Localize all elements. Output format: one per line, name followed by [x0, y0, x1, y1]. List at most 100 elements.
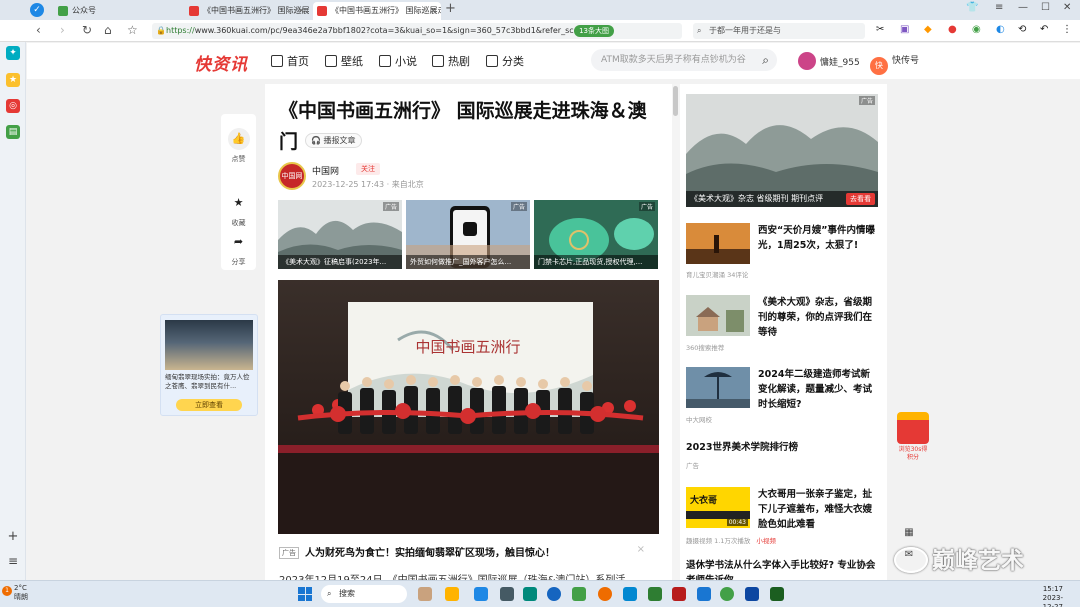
- recommend-item[interactable]: 退休学书法从什么字体入手比较好? 专业协会老师告诉你: [686, 558, 882, 580]
- scissors-icon[interactable]: ✂: [876, 24, 884, 35]
- ribbon-cutting-photo: 中国书画五洲行: [278, 280, 659, 534]
- taskbar-app-icon[interactable]: [697, 587, 711, 601]
- close-ad-icon[interactable]: ×: [637, 544, 645, 555]
- search-icon[interactable]: ⌕: [762, 49, 769, 71]
- edge-icon[interactable]: [547, 587, 561, 601]
- sidebar-app-icon[interactable]: ✦: [6, 46, 20, 60]
- follow-button[interactable]: 关注: [356, 163, 380, 175]
- collect-button[interactable]: ★ 收藏: [221, 192, 256, 228]
- nav-drama[interactable]: 热剧: [432, 53, 470, 69]
- article-scrollbar[interactable]: [672, 84, 680, 580]
- excel-icon[interactable]: [770, 587, 784, 601]
- star-icon: ★: [233, 196, 244, 209]
- sidebar-menu-icon[interactable]: ≡: [6, 554, 20, 568]
- share-button[interactable]: ➦ 分享: [221, 231, 256, 267]
- more-icon[interactable]: ⋮: [1062, 24, 1072, 35]
- back-icon[interactable]: ‹: [36, 23, 41, 37]
- wechat-logo-icon: [894, 547, 928, 573]
- 360-browser-icon[interactable]: [572, 587, 586, 601]
- scrollbar-thumb[interactable]: [673, 86, 678, 116]
- taskbar-app-icon[interactable]: [648, 587, 662, 601]
- recommend-item[interactable]: 2024年二级建造师考试新变化解读，题量减少、考试时长缩短? 中大网校: [686, 367, 882, 427]
- site-logo[interactable]: 快资讯: [194, 50, 248, 75]
- maximize-icon[interactable]: ☐: [1041, 2, 1050, 13]
- nav-wallpaper[interactable]: 壁纸: [325, 53, 363, 69]
- game-icon[interactable]: ●: [948, 24, 957, 35]
- ad-thumb[interactable]: 广告 外贸如何做推广_国外客户怎么...: [406, 200, 530, 269]
- inline-ad[interactable]: 广告 人为财死鸟为食亡！实拍缅甸翡翠矿区现场，触目惊心！ ×: [279, 544, 659, 559]
- close-tab-icon[interactable]: ×: [297, 2, 305, 20]
- reload-icon[interactable]: ↻: [82, 23, 92, 37]
- tab-article-1[interactable]: 《中国书画五洲行》 国际巡展走进 ×: [185, 2, 309, 20]
- taskbar-app-icon[interactable]: [474, 587, 488, 601]
- forward-icon[interactable]: ›: [60, 23, 65, 37]
- taskbar-app-icon[interactable]: [598, 587, 612, 601]
- author-name[interactable]: 中国网: [312, 164, 339, 177]
- listen-article-button[interactable]: 🎧 播报文章: [305, 133, 362, 148]
- like-button[interactable]: 👍 点赞: [221, 128, 256, 164]
- tab-gongzhonghao[interactable]: 公众号: [54, 2, 180, 20]
- close-window-icon[interactable]: ✕: [1063, 2, 1071, 13]
- browser-logo-icon[interactable]: ✓: [30, 3, 44, 17]
- windows-start-icon[interactable]: [298, 587, 312, 601]
- red-packet-icon: [897, 412, 929, 444]
- ad-thumb[interactable]: 广告 门禁卡芯片,正品现货,授权代理,...: [534, 200, 658, 269]
- weather-widget[interactable]: 1 2°C 晴朗: [2, 584, 28, 602]
- folder-icon[interactable]: ▤: [6, 125, 20, 139]
- site-search-input[interactable]: ATM取款多天后男子称有点钞机为谷 ⌕: [591, 49, 777, 71]
- nav-home[interactable]: 首页: [271, 53, 309, 69]
- taskbar-app-icon[interactable]: [623, 587, 637, 601]
- taskbar-app-icon[interactable]: [500, 587, 514, 601]
- extension-icon[interactable]: ▣: [900, 24, 909, 35]
- menu-icon[interactable]: ≡: [995, 2, 1003, 13]
- image-count-pill[interactable]: 13条大图: [574, 25, 614, 37]
- recommend-item[interactable]: 《美术大观》杂志，省级期刊的尊荣，你的点评我们在等待 360搜索推荐: [686, 295, 882, 355]
- new-tab-button[interactable]: +: [445, 1, 456, 16]
- url-bar[interactable]: 🔒 https://www.360kuai.com/pc/9ea346e2a7b…: [152, 23, 682, 39]
- nav-novel[interactable]: 小说: [379, 53, 417, 69]
- view-now-button[interactable]: 立即查看: [176, 399, 242, 411]
- taskbar-app-icon[interactable]: [523, 587, 537, 601]
- author-avatar[interactable]: 中国网: [278, 162, 306, 190]
- kuai-chuan-hao-link[interactable]: 快快传号: [870, 52, 919, 75]
- red-packet-reward[interactable]: 浏览30s得积分: [896, 412, 930, 468]
- system-clock[interactable]: 15:17 2023-12-27: [1033, 585, 1063, 607]
- minimize-icon[interactable]: —: [1018, 2, 1028, 13]
- wechat-icon: [58, 6, 68, 16]
- weibo-icon[interactable]: ◎: [6, 99, 20, 113]
- favorites-star-icon[interactable]: ★: [6, 73, 20, 87]
- illustrator-icon[interactable]: [672, 587, 686, 601]
- article-main-photo[interactable]: 中国书画五洲行: [278, 280, 659, 534]
- edge-icon[interactable]: ◐: [996, 24, 1005, 35]
- recommend-item[interactable]: 西安“天价月嫂”事件内情曝光，1周25次，太狠了! 育儿宝贝潮涌 34评论: [686, 223, 882, 283]
- go-see-button[interactable]: 去看看: [846, 193, 875, 205]
- undo-icon[interactable]: ↶: [1040, 24, 1048, 35]
- skin-icon[interactable]: 👕: [966, 2, 978, 13]
- add-icon[interactable]: +: [6, 530, 20, 544]
- browser-tab-bar: ✓ 公众号 《中国书画五洲行》 国际巡展走进 × 《中国书画五洲行》 国际巡展走…: [0, 0, 1080, 20]
- article-title: 《中国书画五洲行》 国际巡展走进珠海＆澳门: [279, 100, 647, 153]
- ad-thumb[interactable]: 广告 《美术大观》征稿启事(2023年...: [278, 200, 402, 269]
- shield-icon[interactable]: ◆: [924, 24, 932, 35]
- news-thumbnail: [686, 223, 750, 264]
- right-banner-ad[interactable]: 广告 《美术大观》杂志 省级期刊 期刊点评 去看看: [686, 94, 878, 207]
- translate-icon[interactable]: ◉: [972, 24, 981, 35]
- taskbar-search[interactable]: ⌕ 搜索: [321, 585, 407, 603]
- tab-article-2[interactable]: 《中国书画五洲行》 国际巡展走进 ×: [313, 2, 441, 20]
- home-icon[interactable]: ⌂: [104, 23, 112, 37]
- nav-category[interactable]: 分类: [486, 53, 524, 69]
- recommend-video-item[interactable]: 大衣哥 00:43 大衣哥用一张亲子鉴定，扯下儿子遮羞布，难怪大衣嫂脸色如此难看…: [686, 487, 882, 547]
- user-profile[interactable]: 慵娃_955: [798, 52, 860, 72]
- photoshop-icon[interactable]: [745, 587, 759, 601]
- left-floating-ad[interactable]: 缅甸翡翠现场实拍：竟万人俭之苍鹰、翡翠到民有什... 立即查看: [160, 314, 258, 416]
- file-explorer-icon[interactable]: [445, 587, 459, 601]
- wechat-icon[interactable]: [720, 587, 734, 601]
- video-thumbnail: 大衣哥 00:43: [686, 487, 750, 528]
- browser-search-box[interactable]: ⌕ 于都一年用于还是与: [693, 23, 865, 39]
- sync-icon[interactable]: ⟲: [1018, 24, 1026, 35]
- close-tab-icon[interactable]: ×: [429, 2, 437, 20]
- news-thumbnail: [686, 295, 750, 336]
- recommend-item[interactable]: 2023世界美术学院排行榜 广告: [686, 440, 882, 470]
- taskbar-app-icon[interactable]: [418, 587, 432, 601]
- bookmark-star-icon[interactable]: ☆: [127, 23, 138, 37]
